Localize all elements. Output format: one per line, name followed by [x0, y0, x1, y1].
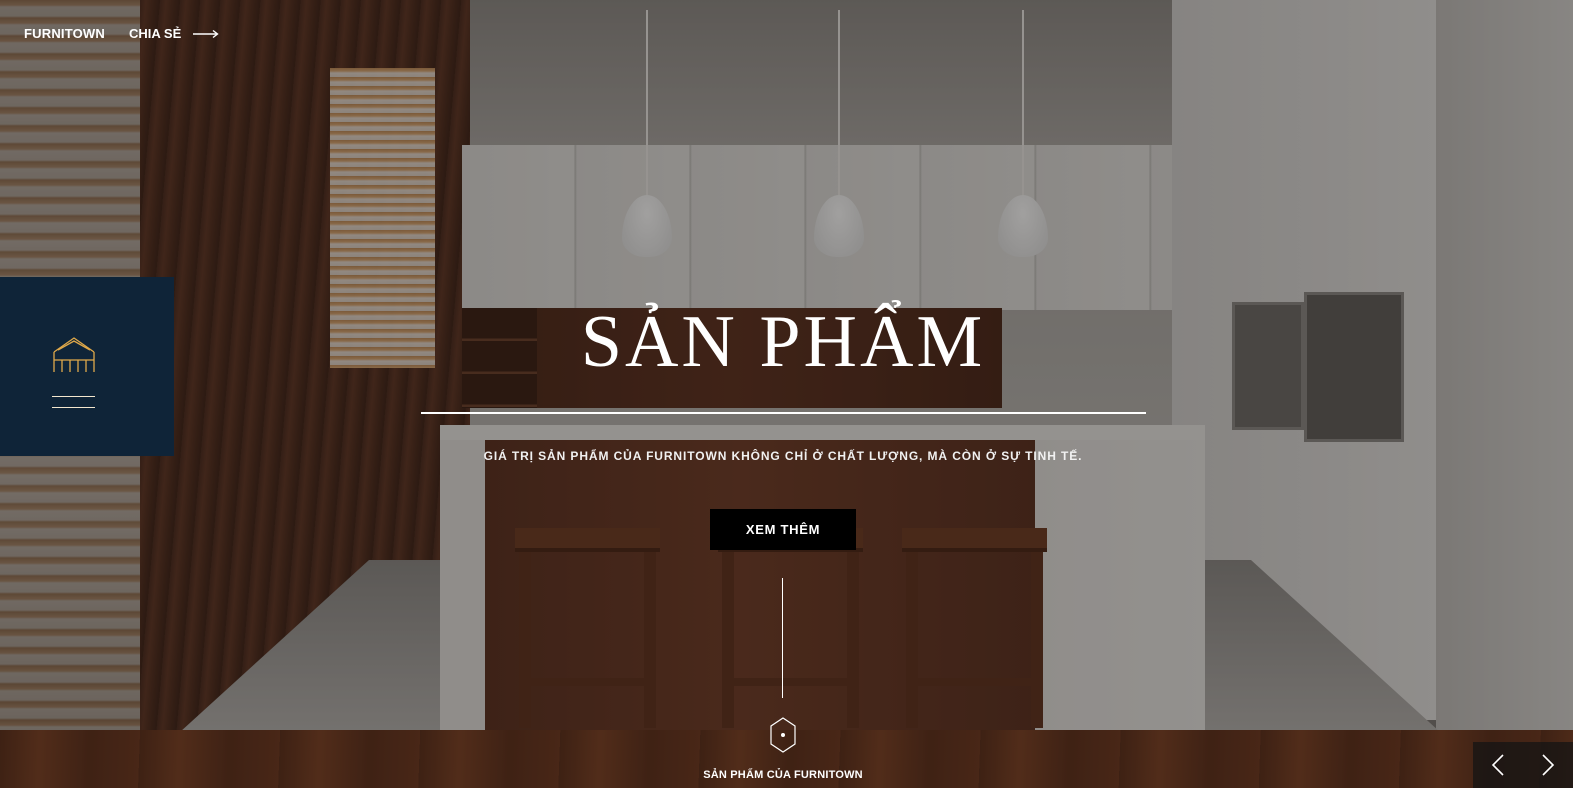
slider-navigation — [1473, 742, 1573, 788]
view-more-button[interactable]: XEM THÊM — [710, 509, 856, 550]
menu-lines-icon[interactable] — [52, 395, 95, 409]
dark-overlay — [0, 0, 1573, 788]
share-button[interactable]: CHIA SẺ — [129, 26, 219, 41]
house-outline-icon — [53, 337, 95, 372]
title-divider — [421, 412, 1146, 414]
hero-title: SẢN PHẨM — [580, 301, 986, 383]
scroll-indicator-line — [782, 578, 783, 698]
brand-logo[interactable]: FURNITOWN — [24, 26, 105, 41]
chevron-left-icon — [1491, 754, 1504, 776]
hero-subtitle: GIÁ TRỊ SẢN PHẨM CỦA FURNITOWN KHÔNG CHỈ… — [483, 449, 1083, 463]
hexagon-dot-icon[interactable] — [769, 716, 797, 754]
chevron-right-icon — [1542, 754, 1555, 776]
long-arrow-right-icon — [193, 29, 219, 38]
top-bar: FURNITOWN CHIA SẺ — [24, 26, 219, 41]
hero-background-image — [0, 0, 1573, 788]
next-slide-button[interactable] — [1523, 742, 1573, 788]
section-caption: SẢN PHẨM CỦA FURNITOWN — [703, 769, 863, 781]
prev-slide-button[interactable] — [1473, 742, 1523, 788]
share-label: CHIA SẺ — [129, 26, 182, 41]
side-menu-panel — [0, 277, 174, 456]
